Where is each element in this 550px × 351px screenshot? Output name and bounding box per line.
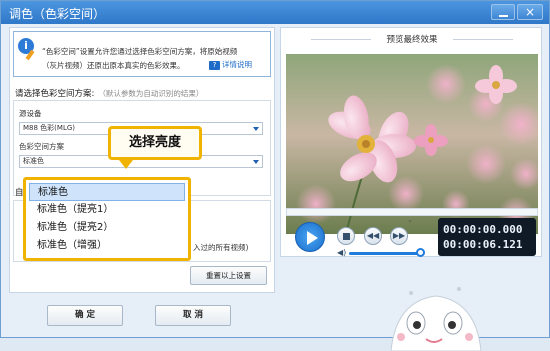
section-hint: （默认参数为自动识别的结果） [98,89,204,98]
play-button[interactable] [295,222,325,252]
ok-button[interactable]: 确 定 [47,305,123,326]
reset-button[interactable]: 重置以上设置 [190,266,267,285]
player-controls: ◀◀ ▶▶ ◀) 00:00:00.000 00:00:06.121 [286,218,538,257]
current-time: 00:00:00.000 [443,223,523,236]
preview-title: 预览最终效果 [281,33,543,45]
callout-pointer [119,160,133,169]
volume-slider[interactable] [349,252,421,255]
dropdown-option[interactable]: 标准色（增强） [29,237,185,255]
total-time: 00:00:06.121 [443,238,523,251]
source-device-label: 源设备 [19,109,42,118]
help-icon: ? [209,61,220,70]
scheme-label: 色彩空间方案 [19,142,64,151]
time-display: 00:00:00.000 00:00:06.121 [438,218,536,256]
chevron-down-icon [253,127,259,131]
dropdown-option[interactable]: 标准色（提亮1） [29,201,185,219]
section-title-text: 请选择色彩空间方案: [15,89,95,99]
mascot-illustration [390,287,482,351]
scheme-dropdown-list[interactable]: 标准色 标准色（提亮1） 标准色（提亮2） 标准色（增强） [23,177,191,261]
cancel-button[interactable]: 取 消 [155,305,231,326]
next-frame-button[interactable]: ▶▶ [390,227,408,245]
brightness-callout: 选择亮度 [108,126,202,160]
title-bar[interactable]: 调色（色彩空间） × [1,1,549,24]
volume-slider-handle[interactable] [416,248,425,257]
stop-button[interactable] [337,227,355,245]
section-title: 请选择色彩空间方案: （默认参数为自动识别的结果） [15,87,203,99]
previous-frame-button[interactable]: ◀◀ [364,227,382,245]
help-link[interactable]: ? 详情说明 [209,59,252,70]
info-text-line1: “色彩空间”设置允许您通过选择色彩空间方案，将原始视频 [42,47,238,56]
flower-image [286,54,538,234]
window-title: 调色（色彩空间） [9,7,106,21]
color-space-dialog: 调色（色彩空间） × i “色彩空间”设置允许您通过选择色彩空间方案，将原始视频… [0,0,550,351]
close-button[interactable]: × [517,4,543,20]
group2-tail-text: 入过的所有视频) [193,243,249,252]
video-preview[interactable] [286,54,538,234]
dropdown-option[interactable]: 标准色（提亮2） [29,219,185,237]
source-device-value: M88 色彩(MLG) [23,124,75,132]
info-text-line2: （灰片视频）还原出原本真实的色彩效果。 [42,61,185,70]
help-link-label: 详情说明 [222,60,252,69]
chevron-down-icon [253,160,259,164]
preview-panel: 预览最终效果 ⌄ ◀◀ ▶▶ ◀) 00:00:00.000 00:00:06.… [280,27,542,257]
volume-icon[interactable]: ◀) [337,248,346,257]
scheme-value: 标准色 [23,157,44,165]
info-box: i “色彩空间”设置允许您通过选择色彩空间方案，将原始视频 （灰片视频）还原出原… [13,31,271,77]
seek-bar[interactable] [286,208,538,216]
dropdown-option[interactable]: 标准色 [29,183,185,201]
minimize-button[interactable] [491,4,515,20]
